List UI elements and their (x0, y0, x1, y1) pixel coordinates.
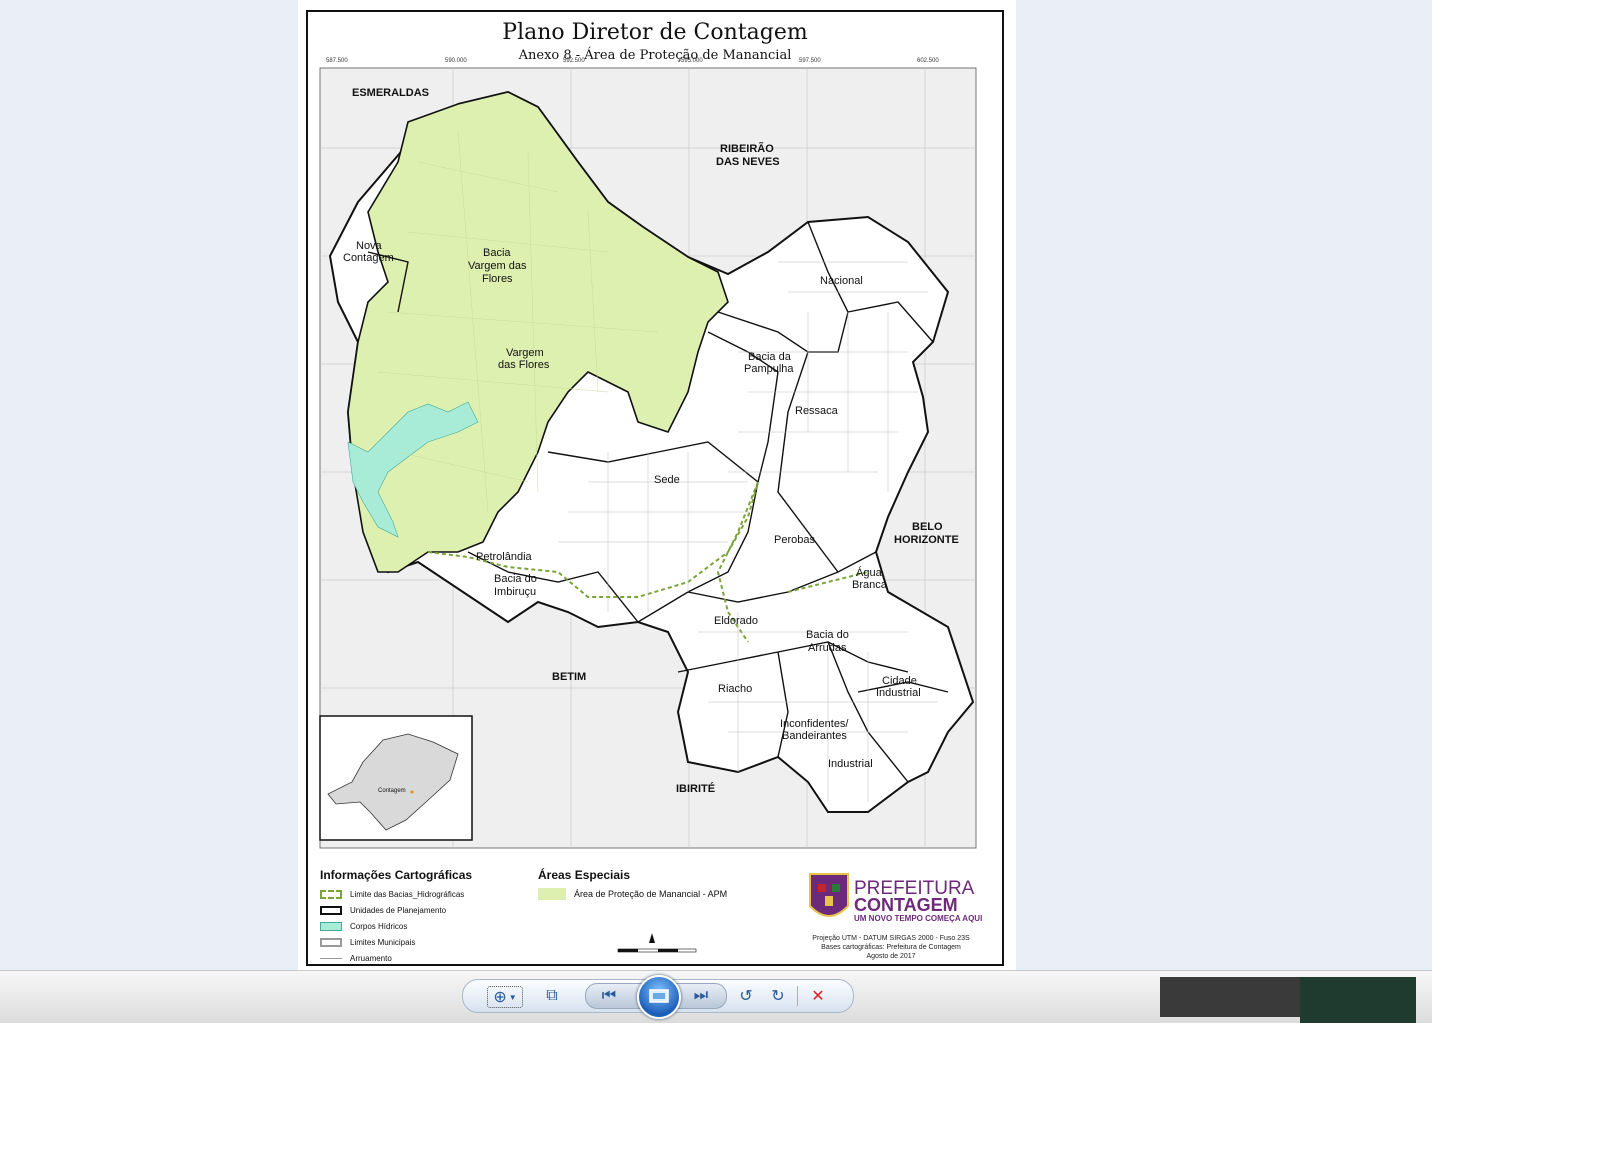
rotate-clockwise-button[interactable]: ↻ (767, 986, 789, 1006)
inset-label: Contagem (378, 788, 406, 794)
label-eldorado: Eldorado (714, 615, 758, 627)
special-areas-legend: Áreas Especiais Área de Proteção de Mana… (538, 868, 798, 902)
label-agua-branca-2: Branca (852, 579, 888, 591)
label-petrolandia: Petrolândia (476, 551, 533, 563)
label-bh-1: BELO (912, 521, 943, 533)
prefeitura-logo: PREFEITURA CONTAGEM UM NOVO TEMPO COMEÇA… (808, 872, 994, 930)
north-arrow-icon (649, 933, 655, 943)
legend-item: Unidades de Planejamento (320, 902, 520, 918)
previous-button[interactable]: ⏮ (598, 986, 620, 1006)
label-sede: Sede (654, 474, 680, 486)
legend-heading: Informações Cartográficas (320, 868, 473, 882)
label-riacho: Riacho (718, 683, 752, 695)
label-bvf-1: Bacia (483, 247, 511, 259)
label-agua-branca-1: Água (856, 566, 883, 579)
map-credits: Projeção UTM - DATUM SIRGAS 2000 - Fuso … (812, 935, 970, 960)
label-esmeraldas: ESMERALDAS (352, 87, 429, 99)
label-imbirucu-2: Imbiruçu (494, 586, 536, 598)
delete-icon: ✕ (811, 988, 825, 1005)
scale-bar (617, 933, 697, 953)
next-button[interactable]: ⏭ (690, 986, 712, 1006)
water-swatch (320, 921, 342, 931)
label-inconfidentes-2: Bandeirantes (782, 730, 847, 742)
legend-item: Limite das Bacias_Hidrográficas (320, 886, 520, 902)
label-arrudas-1: Bacia do (806, 629, 849, 641)
fit-window-icon: ⧉ (546, 987, 558, 1004)
map-drawing: ESMERALDAS RIBEIRÃO DAS NEVES BELO HORIZ… (319, 67, 977, 849)
basin-limit-swatch (320, 889, 342, 899)
legend: Informações Cartográficas Limite das Bac… (320, 868, 520, 966)
label-nacional: Nacional (820, 275, 863, 287)
viewer-toolbar-strip: ⊕ ▼ ⧉ ⏮ ⏭ ↺ ↻ ✕ (0, 970, 1432, 1023)
label-ressaca: Ressaca (795, 405, 839, 417)
legend-item: Área de Proteção de Manancial - APM (538, 886, 798, 902)
legend-item: Corpos Hídricos (320, 918, 520, 934)
logo-line2: CONTAGEM (854, 895, 958, 915)
label-betim: BETIM (552, 671, 586, 683)
label-cidade-industrial-1: Cidade (882, 675, 917, 687)
viewer-toolbar: ⊕ ▼ ⧉ ⏮ ⏭ ↺ ↻ ✕ (462, 975, 854, 1019)
map-sheet: Plano Diretor de Contagem Anexo 8 - Área… (298, 0, 1016, 970)
rotate-counterclockwise-button[interactable]: ↺ (735, 986, 757, 1006)
apm-swatch (538, 888, 566, 900)
label-ribeirao-1: RIBEIRÃO (720, 142, 774, 155)
fit-window-button[interactable]: ⧉ (541, 986, 563, 1006)
label-industrial: Industrial (828, 758, 873, 770)
magnifier-icon: ⊕ (493, 989, 507, 1006)
label-bvf-2: Vargem das (468, 260, 527, 272)
label-cidade-industrial-2: Industrial (876, 687, 921, 699)
label-imbirucu-1: Bacia do (494, 573, 537, 585)
street-swatch (320, 957, 342, 959)
previous-icon: ⏮ (601, 987, 617, 1004)
label-pampulha-1: Bacia da (748, 351, 792, 363)
slideshow-button[interactable] (637, 975, 681, 1019)
map-frame: Plano Diretor de Contagem Anexo 8 - Área… (306, 10, 1004, 966)
label-vf-1: Vargem (506, 347, 544, 359)
label-pampulha-2: Pampulha (744, 363, 794, 375)
label-arrudas-2: Arrudas (808, 642, 847, 654)
chevron-down-icon: ▼ (508, 992, 517, 1002)
logo-line3: UM NOVO TEMPO COMEÇA AQUI (854, 914, 982, 923)
label-bh-2: HORIZONTE (894, 534, 959, 546)
image-viewer-canvas: Plano Diretor de Contagem Anexo 8 - Área… (0, 0, 1432, 970)
label-inconfidentes-1: Inconfidentes/ (780, 718, 849, 730)
delete-button[interactable]: ✕ (807, 986, 829, 1006)
coat-of-arms-icon (809, 873, 849, 917)
slideshow-icon (649, 989, 669, 1003)
legend-item: Limites Municipais (320, 934, 520, 950)
planning-unit-swatch (320, 905, 342, 915)
label-nova-contagem-2: Contagem (343, 252, 394, 264)
label-ribeirao-2: DAS NEVES (716, 156, 780, 168)
label-vf-2: das Flores (498, 359, 550, 371)
label-nova-contagem-1: Nova (356, 240, 383, 252)
municipal-limit-swatch (320, 937, 342, 947)
next-icon: ⏭ (693, 987, 709, 1004)
taskbar-thumbnail-dark (1300, 977, 1416, 1023)
label-bvf-3: Flores (482, 273, 513, 285)
special-areas-heading: Áreas Especiais (538, 868, 631, 882)
label-perobas: Perobas (774, 534, 815, 546)
toolbar-separator (797, 986, 798, 1006)
legend-item: Arruamento (320, 950, 520, 966)
rotate-clockwise-icon: ↻ (771, 988, 785, 1005)
zoom-button[interactable]: ⊕ ▼ (487, 986, 523, 1008)
label-ibirite: IBIRITÉ (676, 782, 715, 795)
rotate-counterclockwise-icon: ↺ (739, 988, 753, 1005)
inset-location-dot (410, 790, 414, 794)
